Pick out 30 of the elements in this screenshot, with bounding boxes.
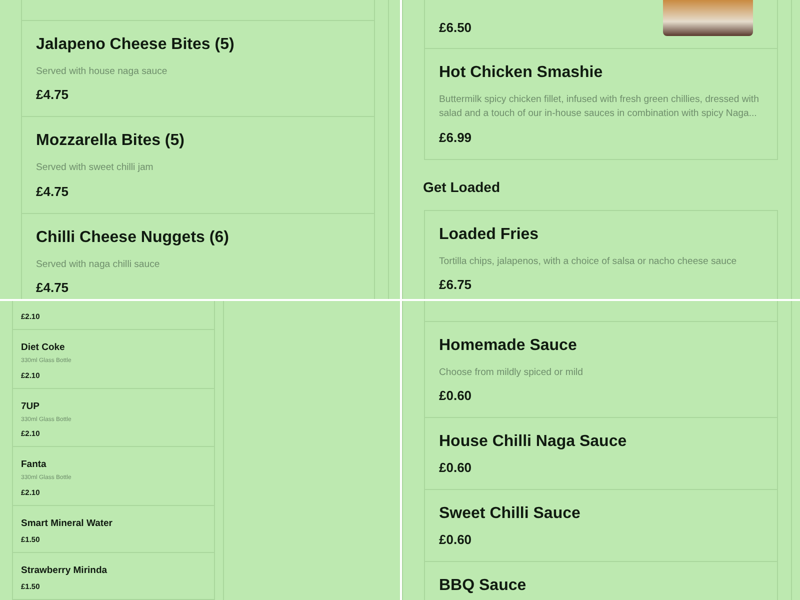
item-price: £6.99: [439, 130, 473, 145]
item-price: £6.50: [439, 20, 472, 35]
item-name[interactable]: Smart Mineral Water: [21, 518, 206, 530]
item-description: Served with house naga sauce: [36, 65, 168, 79]
item-name[interactable]: BBQ Sauce: [439, 576, 763, 596]
item-description: Served with naga chilli sauce: [36, 258, 161, 272]
item-description: Choose from mildly spiced or mild: [439, 366, 584, 380]
item-price: £0.60: [439, 388, 473, 404]
item-name[interactable]: Fanta: [21, 459, 206, 472]
item-price: £6.75: [439, 277, 473, 292]
item-name[interactable]: Loaded Fries: [439, 224, 763, 245]
item-name[interactable]: Chilli Cheese Nuggets (6): [36, 228, 360, 248]
item-price: £4.75: [36, 184, 70, 199]
item-price: £4.75: [36, 87, 70, 102]
item-description: Tortilla chips, jalapenos, with a choice of salsa or nacho cheese sauce: [439, 254, 738, 269]
item-name[interactable]: Hot Chicken Smashie: [439, 63, 763, 83]
item-name[interactable]: House Chilli Naga Sauce: [439, 432, 763, 452]
item-price: £0.60: [439, 532, 473, 548]
item-name[interactable]: Strawberry Mirinda: [21, 564, 206, 577]
item-name[interactable]: Diet Coke: [21, 342, 206, 354]
item-name[interactable]: Sweet Chilli Sauce: [439, 504, 763, 524]
item-name[interactable]: Homemade Sauce: [439, 336, 763, 356]
item-description: Buttermilk spicy chicken fillet, infused with fresh green chillies, dressed with salad and a touch of our in-house sauces in combination with spicy Naga...: [439, 93, 760, 122]
item-description: Served with sweet chilli jam: [36, 161, 154, 176]
item-name[interactable]: 7UP: [21, 400, 206, 413]
item-name[interactable]: Jalapeno Cheese Bites (5): [36, 35, 360, 55]
item-name[interactable]: Mozzarella Bites (5): [36, 131, 360, 152]
item-price: £0.60: [439, 460, 473, 476]
item-price: £4.75: [36, 280, 70, 296]
section-heading: Get Loaded: [423, 178, 502, 195]
